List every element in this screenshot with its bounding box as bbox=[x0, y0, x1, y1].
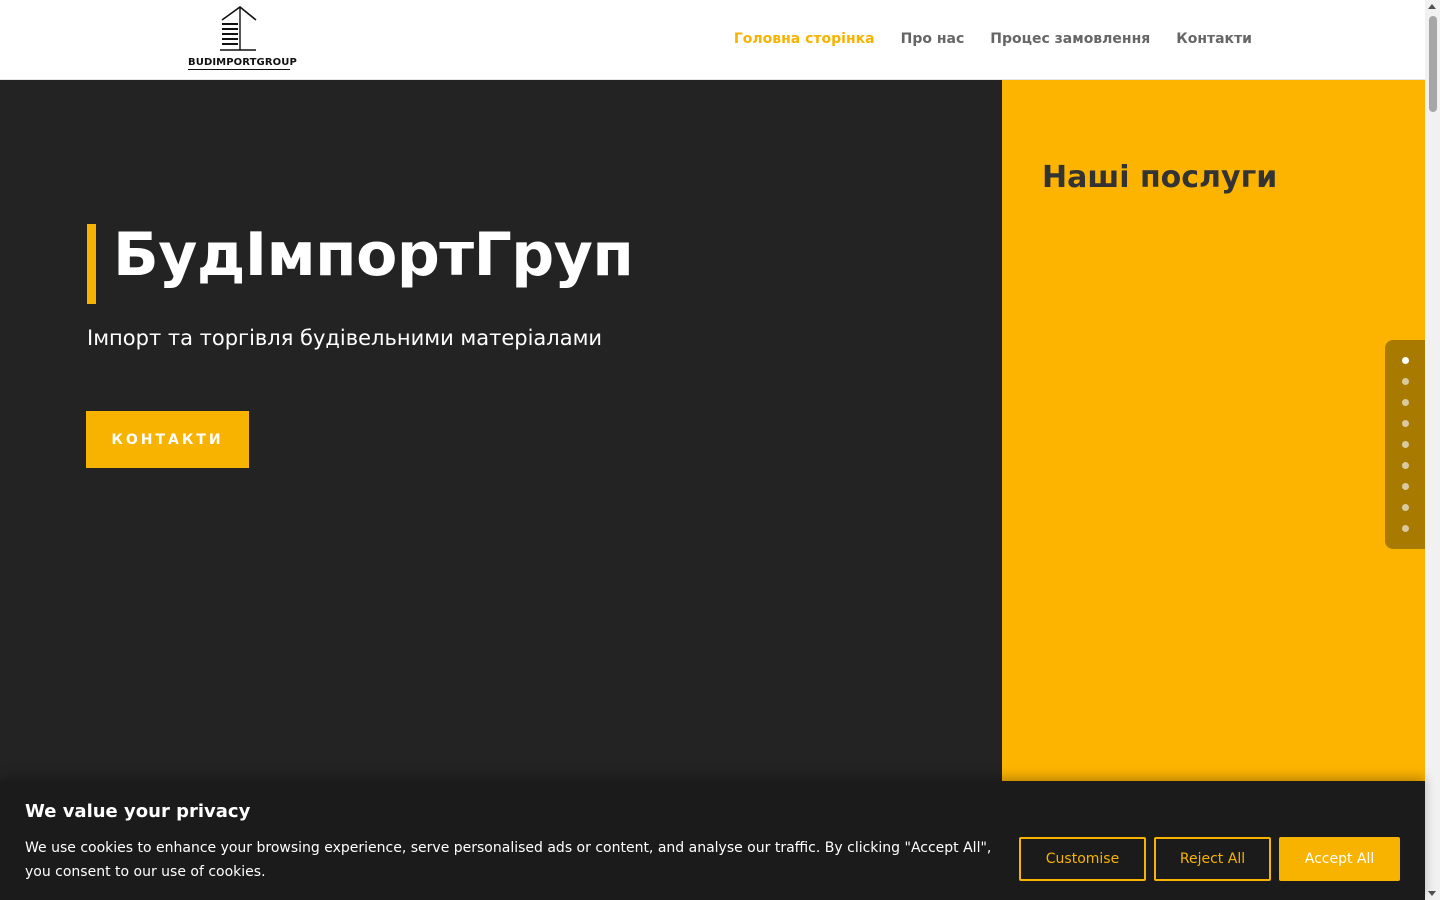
hero-section: БудІмпортГруп Імпорт та торгівля будівел… bbox=[0, 80, 1002, 781]
scroll-up-arrow-icon[interactable] bbox=[1428, 4, 1436, 9]
hero-accent-bar bbox=[87, 224, 96, 304]
hero-title: БудІмпортГруп bbox=[113, 220, 634, 290]
scroll-down-arrow-icon[interactable] bbox=[1428, 891, 1436, 896]
section-dot-4[interactable] bbox=[1402, 420, 1409, 427]
building-logo-icon bbox=[220, 6, 257, 51]
nav-item-about[interactable]: Про нас bbox=[901, 31, 965, 47]
services-section: Наші послуги bbox=[1002, 80, 1425, 781]
section-dot-7[interactable] bbox=[1402, 483, 1409, 490]
accept-all-button[interactable]: Accept All bbox=[1279, 837, 1400, 881]
logo-text: BUDIMPORTGROUP bbox=[188, 57, 297, 70]
site-header: BUDIMPORTGROUP Головна сторінка Про нас … bbox=[0, 0, 1425, 80]
page-scrollbar[interactable] bbox=[1425, 0, 1440, 900]
customise-button[interactable]: Customise bbox=[1019, 837, 1146, 881]
section-dot-9[interactable] bbox=[1402, 525, 1409, 532]
contacts-button[interactable]: КОНТАКТИ bbox=[86, 411, 249, 468]
section-dot-5[interactable] bbox=[1402, 441, 1409, 448]
site-logo[interactable]: BUDIMPORTGROUP bbox=[188, 6, 297, 72]
hero-subtitle: Імпорт та торгівля будівельними матеріал… bbox=[87, 326, 603, 350]
nav-item-home[interactable]: Головна сторінка bbox=[734, 31, 875, 47]
reject-all-button[interactable]: Reject All bbox=[1154, 837, 1271, 881]
section-dot-2[interactable] bbox=[1402, 378, 1409, 385]
services-title: Наші послуги bbox=[1042, 160, 1278, 195]
section-dot-nav bbox=[1385, 340, 1425, 549]
section-dot-8[interactable] bbox=[1402, 504, 1409, 511]
cookie-consent-banner: We value your privacy We use cookies to … bbox=[0, 781, 1425, 900]
nav-item-contacts[interactable]: Контакти bbox=[1176, 31, 1252, 47]
main-nav: Головна сторінка Про нас Процес замовлен… bbox=[734, 31, 1252, 47]
cookie-text: We use cookies to enhance your browsing … bbox=[25, 840, 992, 880]
cookie-title: We value your privacy bbox=[25, 801, 251, 822]
nav-item-order-process[interactable]: Процес замовлення bbox=[990, 31, 1150, 47]
scroll-thumb[interactable] bbox=[1429, 16, 1437, 112]
section-dot-1[interactable] bbox=[1402, 357, 1409, 364]
section-dot-6[interactable] bbox=[1402, 462, 1409, 469]
section-dot-3[interactable] bbox=[1402, 399, 1409, 406]
